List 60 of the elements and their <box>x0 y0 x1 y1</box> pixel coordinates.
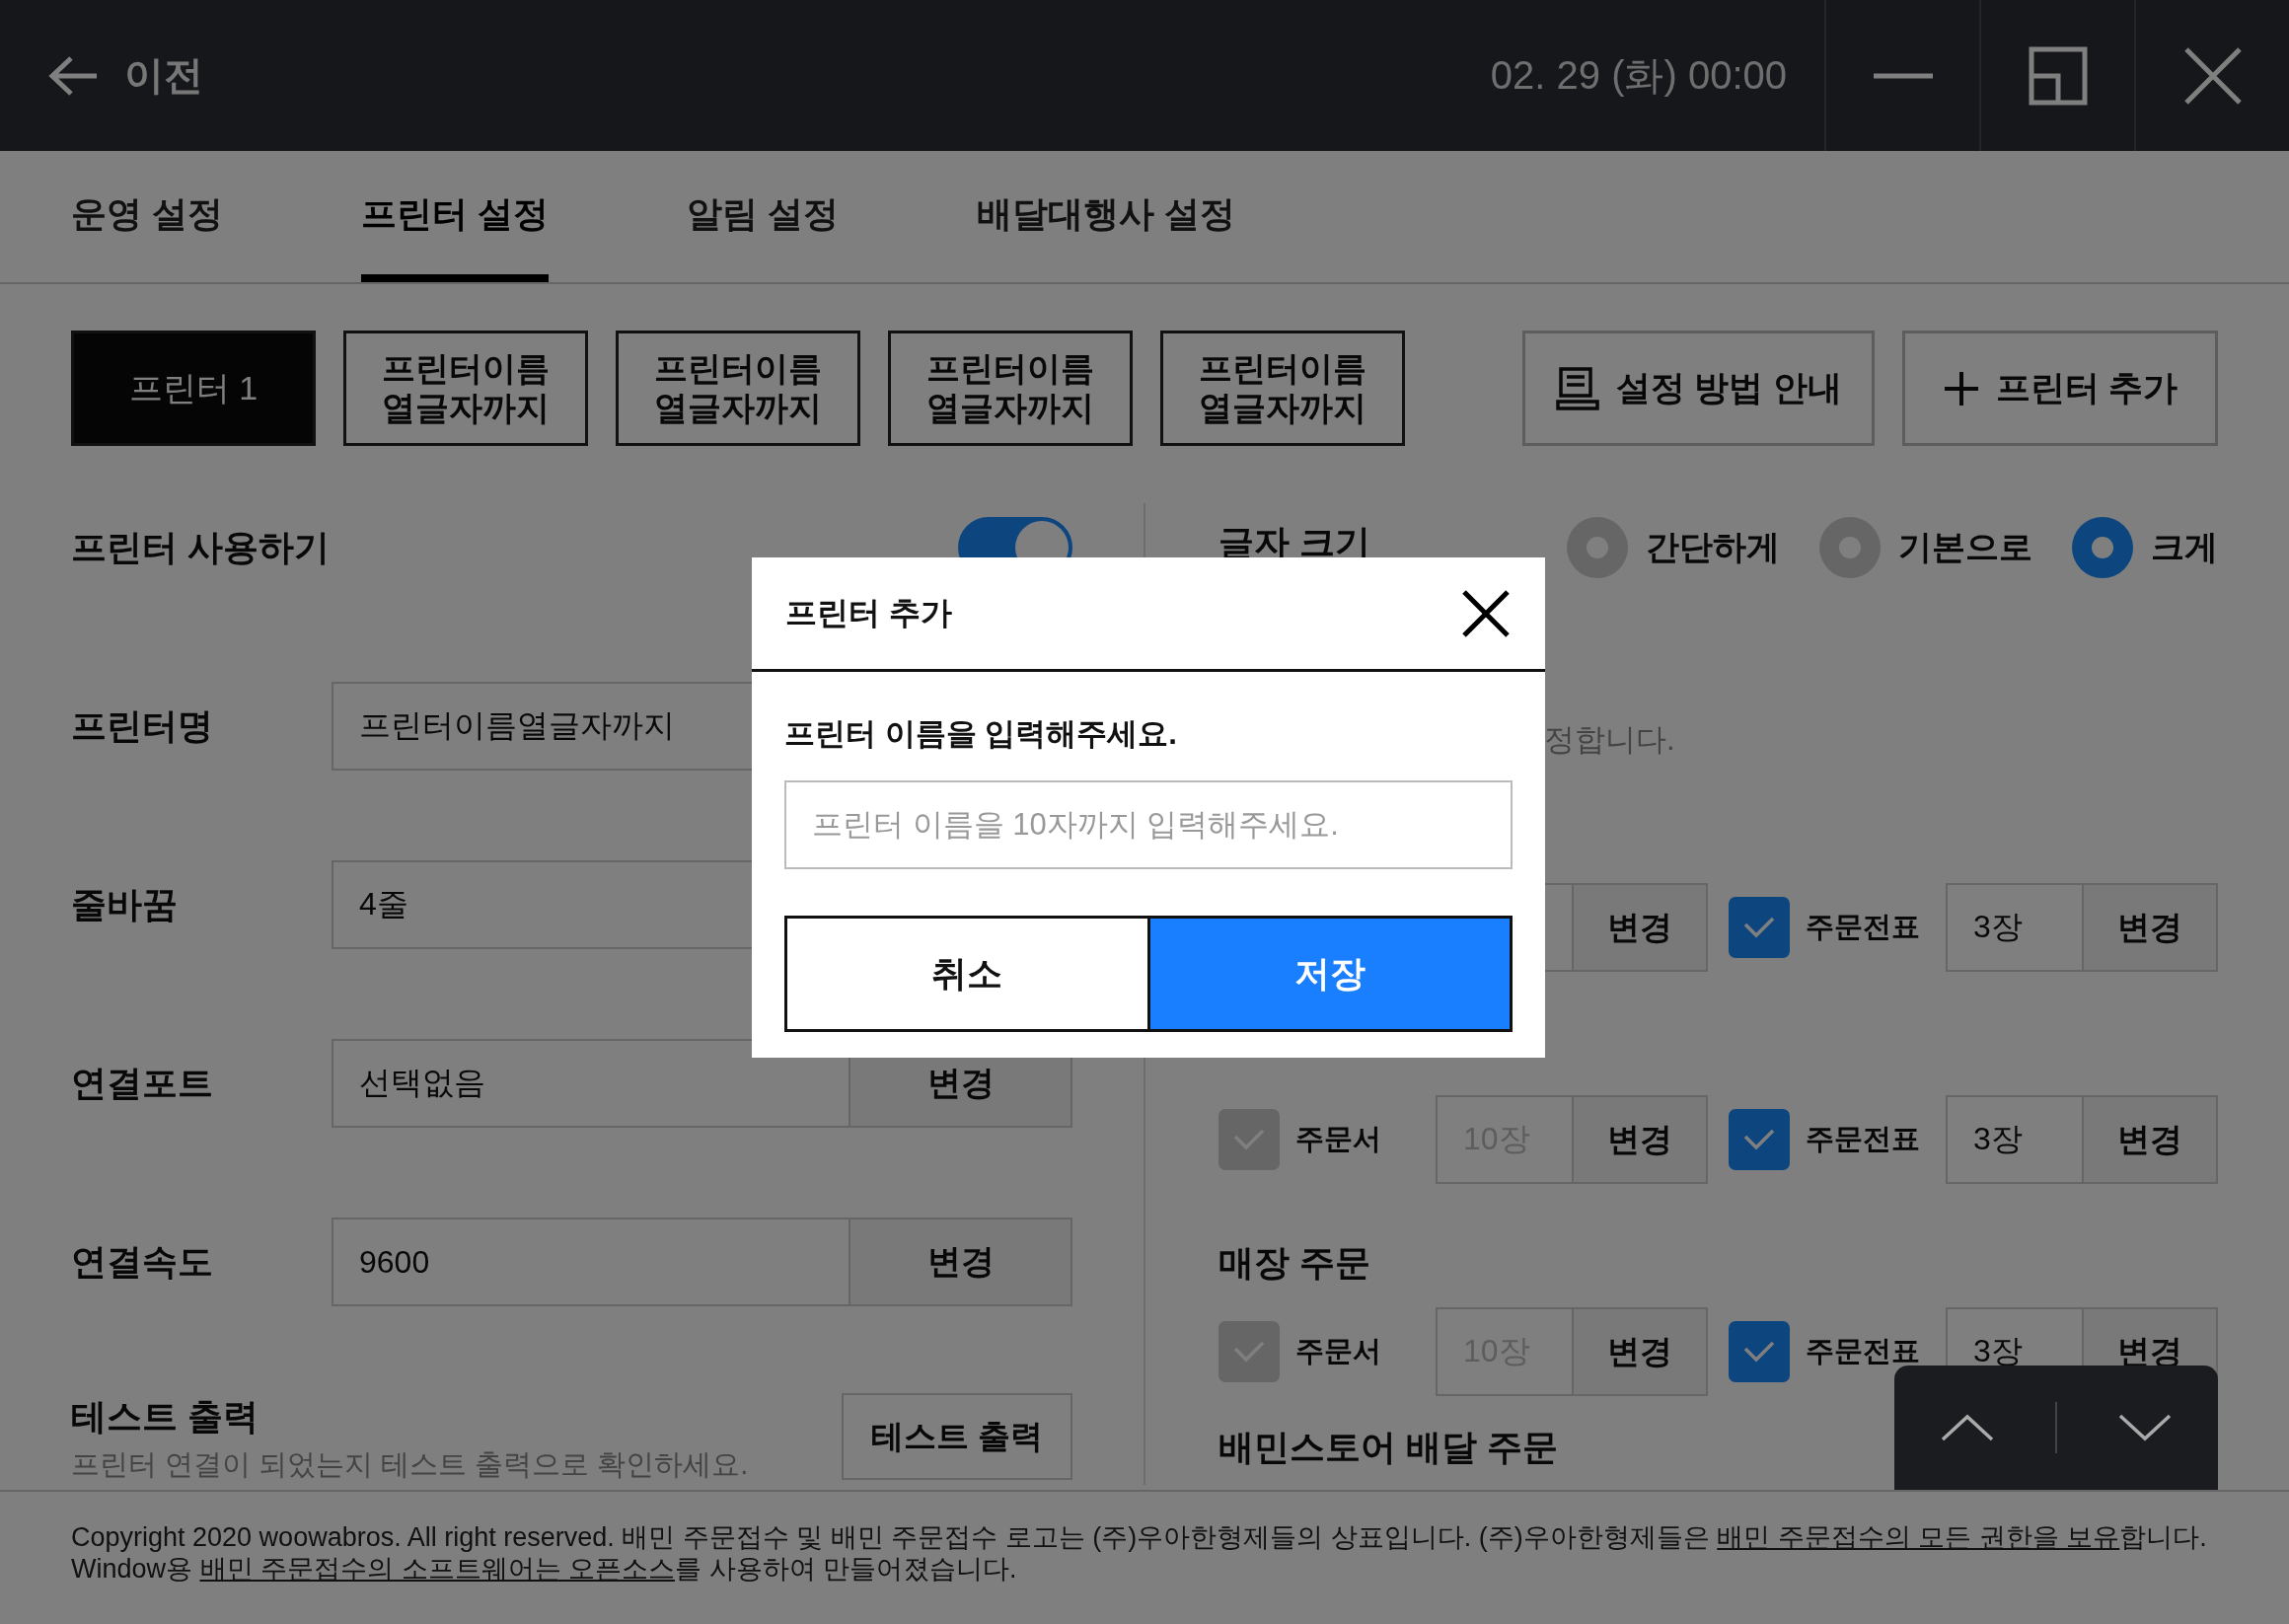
printer-tab[interactable]: 프린터이름 열글자까지 <box>888 331 1133 446</box>
section-title: 테스트 출력 <box>71 1395 259 1439</box>
checkbox-label: 주문전표 <box>1806 910 1921 944</box>
change-button[interactable]: 변경 <box>1572 885 1706 970</box>
back-button[interactable]: 이전 <box>47 48 203 103</box>
document-icon <box>1554 365 1600 411</box>
field-label: 연결포트 <box>71 1061 214 1105</box>
field-label: 프린터명 <box>71 703 214 748</box>
settings-tab[interactable]: 알림 설정 <box>687 151 840 282</box>
date-time: 02. 29 (화) 00:00 <box>1490 52 1787 99</box>
plus-icon <box>1942 369 1980 407</box>
chevron-down-icon <box>2116 1413 2173 1442</box>
radio-option[interactable]: 간단하게 <box>1567 517 1780 578</box>
guide-button[interactable]: 설정 방법 안내 <box>1522 331 1875 446</box>
description-text: 프린터 연결이 되었는지 테스트 출력으로 확인하세요. <box>71 1447 749 1482</box>
close-icon <box>1460 587 1512 639</box>
footer-link[interactable]: 배민 주문접수의 소프트웨어는 오픈소스 <box>199 1554 676 1584</box>
check-icon <box>1742 1128 1776 1151</box>
checkbox[interactable] <box>1729 897 1790 958</box>
close-button[interactable] <box>1460 587 1512 639</box>
radio-option[interactable]: 기본으로 <box>1819 517 2032 578</box>
chevron-up-icon <box>1940 1413 1996 1442</box>
checkbox[interactable] <box>1729 1321 1790 1382</box>
check-icon <box>1232 1128 1266 1151</box>
printer-tab[interactable]: 프린터 1 <box>71 331 316 446</box>
minimize-icon <box>1873 72 1933 79</box>
section-title: 배민스토어 배달 주문 <box>1218 1426 1558 1469</box>
footer-text: 합니다. <box>2119 1522 2207 1552</box>
section-title: 매장 주문 <box>1218 1240 1370 1285</box>
footer-text: Copyright 2020 woowabros. All right reserved. 배민 주문접수 및 배민 주문접수 로고는 (주)우아한형제들의 상표입니다. (주)우아한형제들은 <box>71 1522 1711 1552</box>
settings-tab[interactable]: 프린터 설정 <box>361 151 550 282</box>
checkbox[interactable] <box>1218 1321 1280 1382</box>
checkbox[interactable] <box>1729 1109 1790 1170</box>
check-icon <box>1742 1340 1776 1364</box>
test-print-button[interactable]: 테스트 출력 <box>842 1393 1072 1480</box>
printer-tab[interactable]: 프린터이름 열글자까지 <box>616 331 860 446</box>
checkbox-label: 주문서 <box>1295 1334 1382 1368</box>
save-button[interactable]: 저장 <box>1146 919 1510 1029</box>
setting-label: 프린터 사용하기 <box>71 525 330 569</box>
add-printer-button[interactable]: 프린터 추가 <box>1902 331 2218 446</box>
radio-option[interactable]: 크게 <box>2072 517 2218 578</box>
checkbox-label: 주문전표 <box>1806 1334 1921 1368</box>
checkbox-label: 주문전표 <box>1806 1122 1921 1156</box>
check-icon <box>1232 1340 1266 1364</box>
printer-tab[interactable]: 프린터이름 열글자까지 <box>1160 331 1405 446</box>
footer-text: 를 사용하여 만들어졌습니다. <box>675 1554 1017 1584</box>
field-label: 줄바꿈 <box>71 882 179 926</box>
footer-link[interactable]: 배민 주문접수의 모든 권한을 보유 <box>1717 1522 2120 1552</box>
checkbox[interactable] <box>1218 1109 1280 1170</box>
footer-text: Window용 <box>71 1554 194 1584</box>
input-field[interactable]: 프린터 이름을 10자까지 입력해주세요. <box>784 780 1513 869</box>
settings-tab[interactable]: 운영 설정 <box>71 151 223 282</box>
description-text: 정합니다. <box>1544 721 1676 759</box>
dialog-message: 프린터 이름을 입력해주세요. <box>784 715 1178 753</box>
settings-tab[interactable]: 배달대행사 설정 <box>977 151 1236 282</box>
check-icon <box>1742 916 1776 939</box>
dialog-title: 프린터 추가 <box>785 593 952 632</box>
field-label: 연결속도 <box>71 1239 214 1284</box>
printer-tab[interactable]: 프린터이름 열글자까지 <box>343 331 588 446</box>
checkbox-label: 주문서 <box>1295 1122 1382 1156</box>
